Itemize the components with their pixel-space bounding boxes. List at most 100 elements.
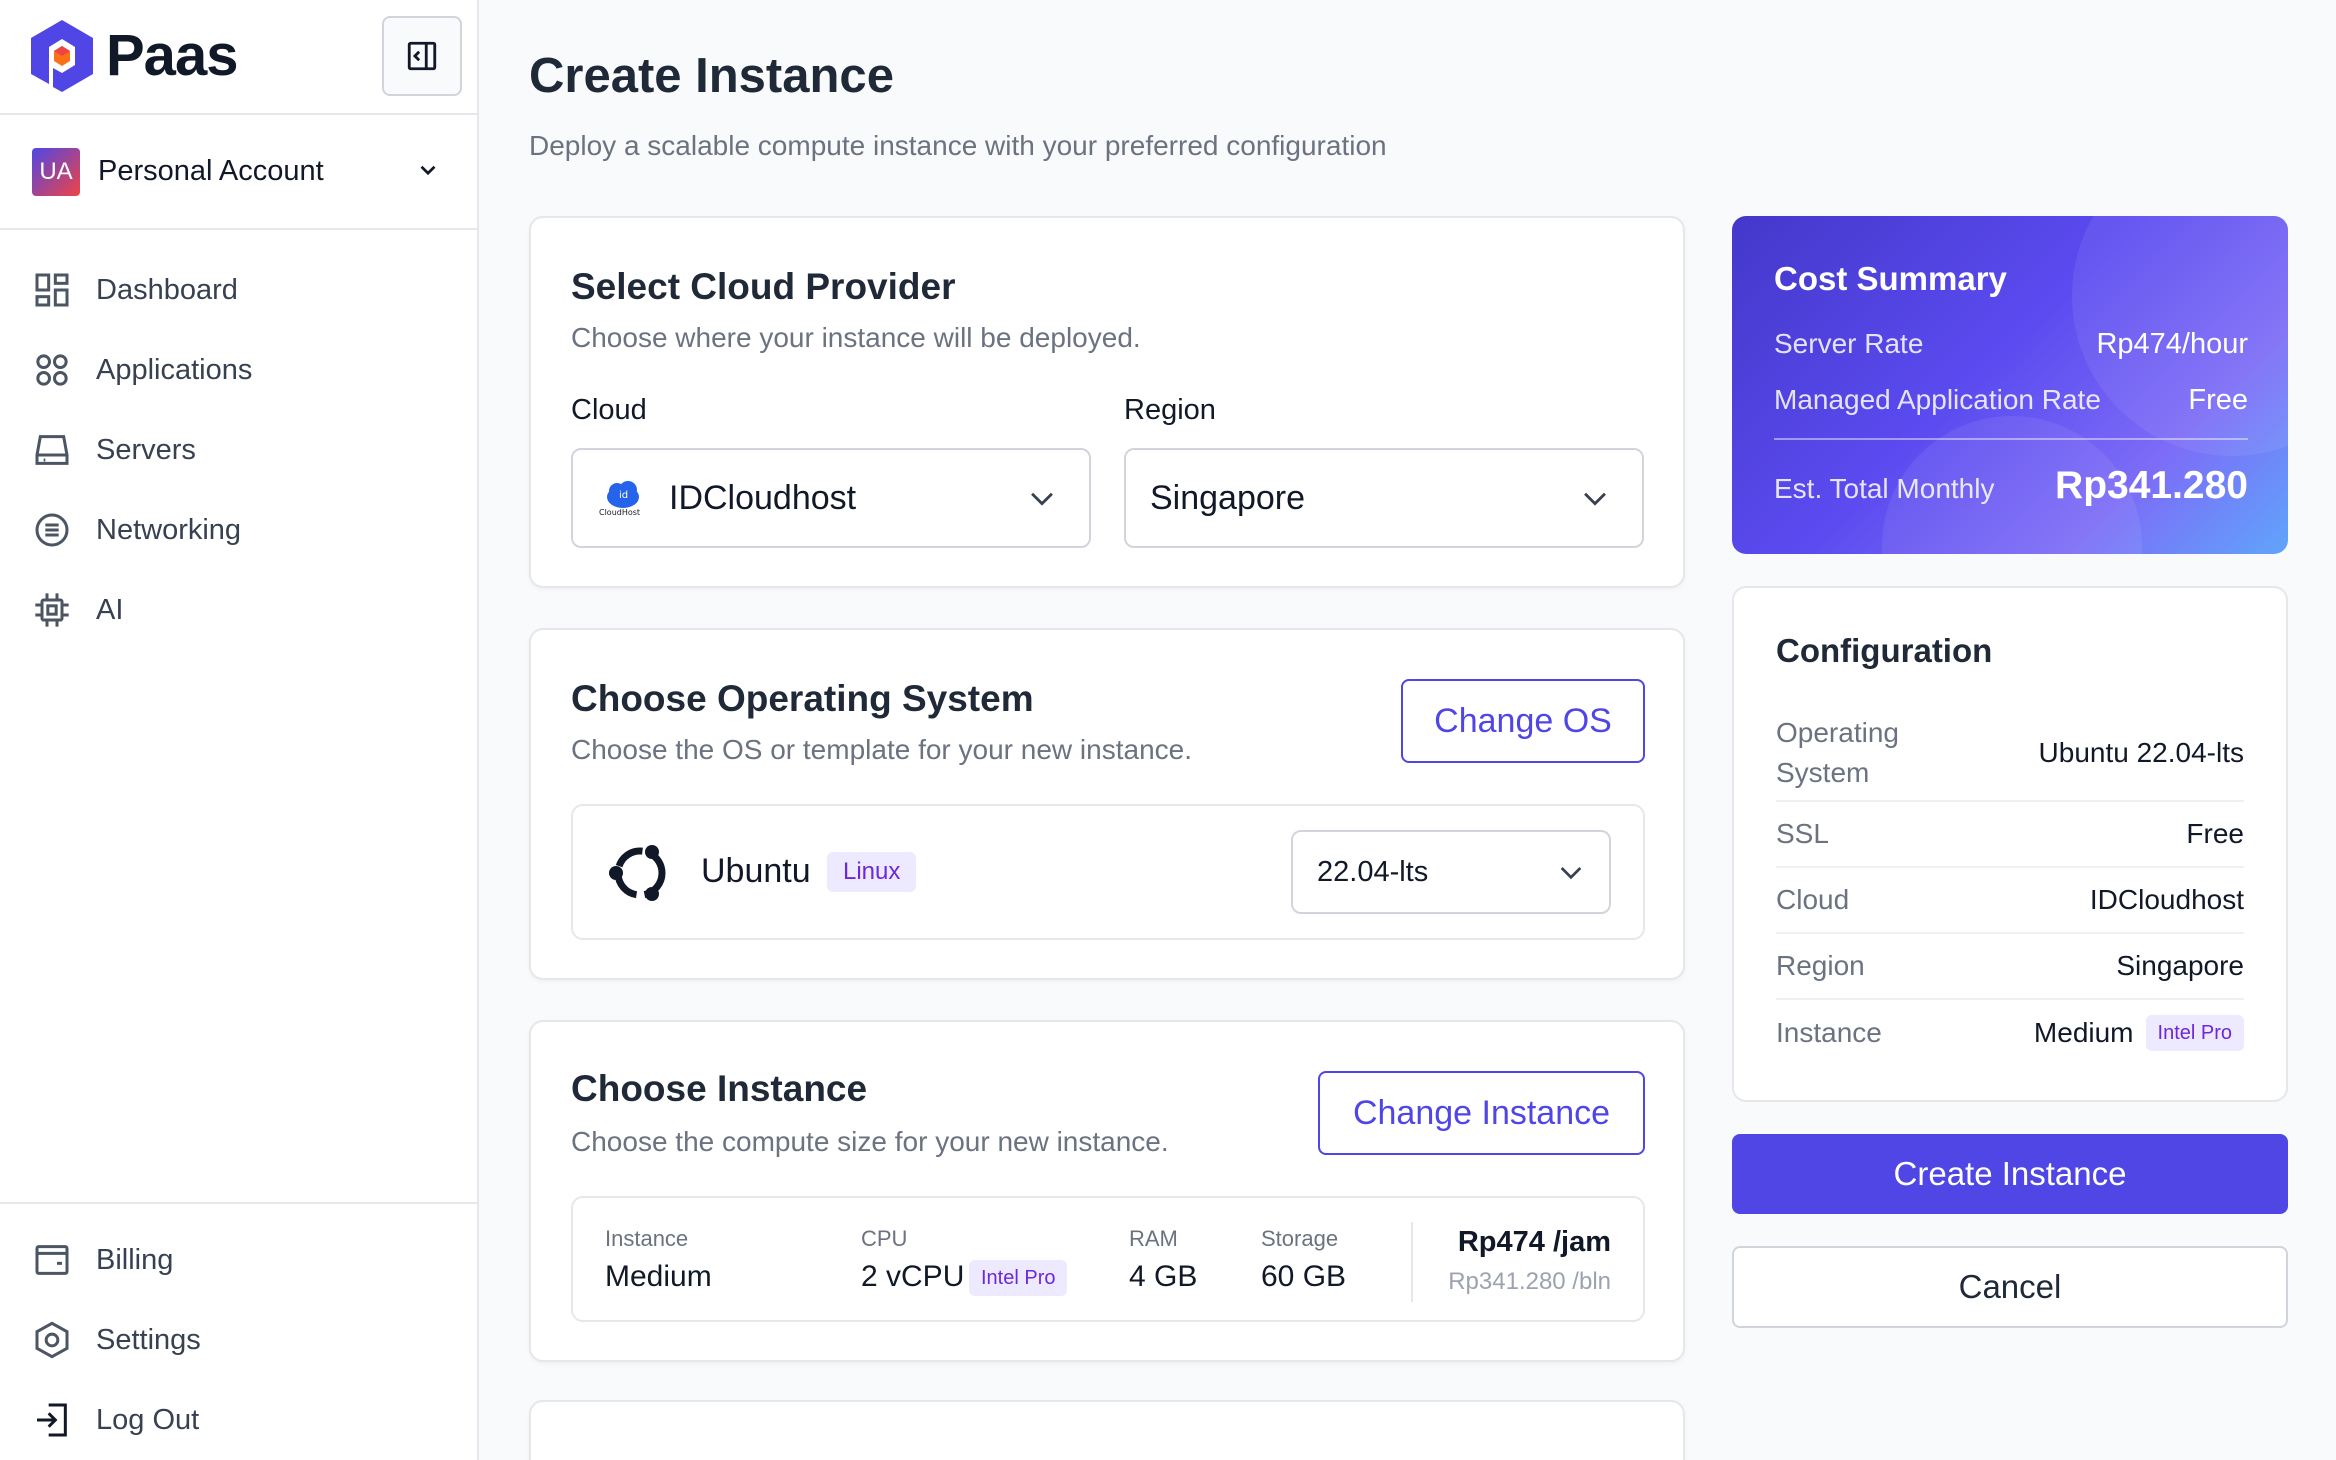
nav-label: Log Out (96, 1403, 200, 1436)
os-badge: Linux (827, 852, 917, 892)
config-value: Free (2186, 818, 2244, 849)
brand-name: Paas (106, 23, 238, 88)
cloud-label: Cloud (571, 394, 647, 426)
nav-item-ai[interactable]: AI (0, 570, 477, 650)
chevron-down-icon (420, 165, 436, 176)
config-value: IDCloudhost (2089, 884, 2244, 915)
cost-divider (1774, 438, 2248, 440)
region-value: Singapore (1150, 478, 1306, 517)
secondary-nav: Billing Settings Log Out (0, 1202, 477, 1460)
change-os-button[interactable]: Change OS (1401, 679, 1645, 763)
network-icon (35, 513, 69, 547)
storage-label: Storage (1261, 1226, 1339, 1251)
page-subtitle: Deploy a scalable compute instance with … (529, 130, 1387, 161)
nav-item-dashboard[interactable]: Dashboard (0, 250, 477, 330)
wallet-icon (35, 1245, 69, 1275)
nav-label: Networking (96, 513, 242, 546)
nav-item-billing[interactable]: Billing (0, 1220, 477, 1300)
server-rate-label: Server Rate (1774, 328, 1924, 359)
chevron-down-icon (1584, 492, 1606, 506)
cloud-select[interactable]: id CloudHost IDCloudhost (571, 448, 1091, 548)
config-row-region: Region Singapore (1776, 934, 2244, 1000)
chevron-down-icon (1031, 492, 1053, 506)
card-title: Choose Operating System (571, 678, 1034, 719)
total-row: Est. Total Monthly Rp341.280 (1774, 464, 2248, 508)
create-instance-button[interactable]: Create Instance (1732, 1134, 2288, 1214)
grid-icon (35, 273, 69, 307)
cpu-value: 2 vCPU (861, 1260, 965, 1293)
nav-label: Dashboard (96, 273, 238, 306)
cancel-button[interactable]: Cancel (1732, 1246, 2288, 1328)
managed-rate-value: Free (2188, 384, 2248, 416)
card-title: Select Cloud Provider (571, 266, 956, 307)
settings-icon (35, 1321, 69, 1359)
hourly-price: Rp474 /jam (1457, 1226, 1611, 1258)
logout-icon (37, 1403, 67, 1437)
nav-label: Applications (96, 353, 253, 386)
price-divider (1411, 1222, 1413, 1302)
next-section-card (529, 1400, 1685, 1460)
managed-rate-row: Managed Application Rate Free (1774, 384, 2248, 417)
card-subtitle: Choose where your instance will be deplo… (571, 322, 1141, 353)
config-label: SSL (1776, 818, 1829, 849)
card-subtitle: Choose the OS or template for your new i… (571, 734, 1192, 765)
nav-item-logout[interactable]: Log Out (0, 1380, 477, 1460)
change-instance-button[interactable]: Change Instance (1318, 1071, 1645, 1155)
total-label: Est. Total Monthly (1774, 473, 1995, 504)
managed-rate-label: Managed Application Rate (1774, 384, 2101, 415)
cost-summary-card: Cost Summary Server Rate Rp474/hour Mana… (1732, 216, 2288, 554)
cpu-label: CPU (861, 1226, 908, 1251)
server-rate-row: Server Rate Rp474/hour (1774, 328, 2248, 361)
page-title: Create Instance (529, 49, 894, 103)
configuration-title: Configuration (1776, 632, 1993, 669)
selected-instance-box: Instance Medium CPU 2 vCPU Intel Pro RAM… (571, 1196, 1645, 1322)
config-value: Medium (2033, 1017, 2134, 1048)
nav-label: Servers (96, 433, 196, 466)
paas-logo-icon (31, 20, 93, 92)
nav-label: Billing (96, 1243, 174, 1276)
collapse-sidebar-button[interactable] (382, 16, 462, 96)
sidebar-collapse-icon (407, 41, 437, 71)
os-version-value: 22.04-lts (1317, 855, 1429, 888)
config-row-instance: Instance Medium Intel Pro (1776, 1000, 2244, 1066)
config-row-ssl: SSL Free (1776, 802, 2244, 868)
region-label: Region (1124, 394, 1216, 426)
config-badge: Intel Pro (2145, 1015, 2244, 1051)
config-label: Instance (1776, 1017, 1882, 1048)
cloud-provider-card: Select Cloud Provider Choose where your … (529, 216, 1685, 588)
chevron-down-icon (1560, 867, 1582, 880)
instance-size-label: Instance (605, 1226, 689, 1251)
main-nav: Dashboard Applications Servers Networkin… (0, 230, 477, 650)
cloud-logo-text: CloudHost (599, 508, 640, 517)
selected-os-box: Ubuntu Linux 22.04-lts (571, 804, 1645, 940)
config-value: Singapore (2116, 950, 2244, 981)
avatar: UA (32, 147, 80, 196)
nav-item-settings[interactable]: Settings (0, 1300, 477, 1380)
nav-item-servers[interactable]: Servers (0, 410, 477, 490)
region-select[interactable]: Singapore (1124, 448, 1644, 548)
os-version-select[interactable]: 22.04-lts (1291, 830, 1611, 914)
config-row-cloud: Cloud IDCloudhost (1776, 868, 2244, 934)
account-switcher[interactable]: UA Personal Account (0, 115, 477, 230)
cpu-badge: Intel Pro (969, 1260, 1068, 1296)
card-subtitle: Choose the compute size for your new ins… (571, 1126, 1169, 1157)
config-label: Region (1776, 950, 1865, 981)
storage-value: 60 GB (1261, 1260, 1347, 1293)
ubuntu-logo-icon (609, 845, 666, 901)
nav-label: Settings (96, 1323, 201, 1356)
cloud-value: IDCloudhost (669, 478, 857, 517)
server-rate-value: Rp474/hour (2096, 328, 2248, 360)
config-label: Cloud (1776, 884, 1850, 915)
instance-card: Choose Instance Choose the compute size … (529, 1020, 1685, 1362)
operating-system-card: Choose Operating System Choose the OS or… (529, 628, 1685, 980)
os-name: Ubuntu (701, 852, 811, 890)
chip-icon (35, 593, 69, 627)
nav-label: AI (96, 593, 124, 626)
nav-item-networking[interactable]: Networking (0, 490, 477, 570)
apps-icon (36, 354, 68, 386)
configuration-card: Configuration Operating System Ubuntu 22… (1732, 586, 2288, 1102)
cloud-logo-mark: id (619, 490, 628, 501)
nav-item-applications[interactable]: Applications (0, 330, 477, 410)
cost-summary-title: Cost Summary (1774, 260, 2007, 297)
total-value: Rp341.280 (2055, 464, 2248, 507)
